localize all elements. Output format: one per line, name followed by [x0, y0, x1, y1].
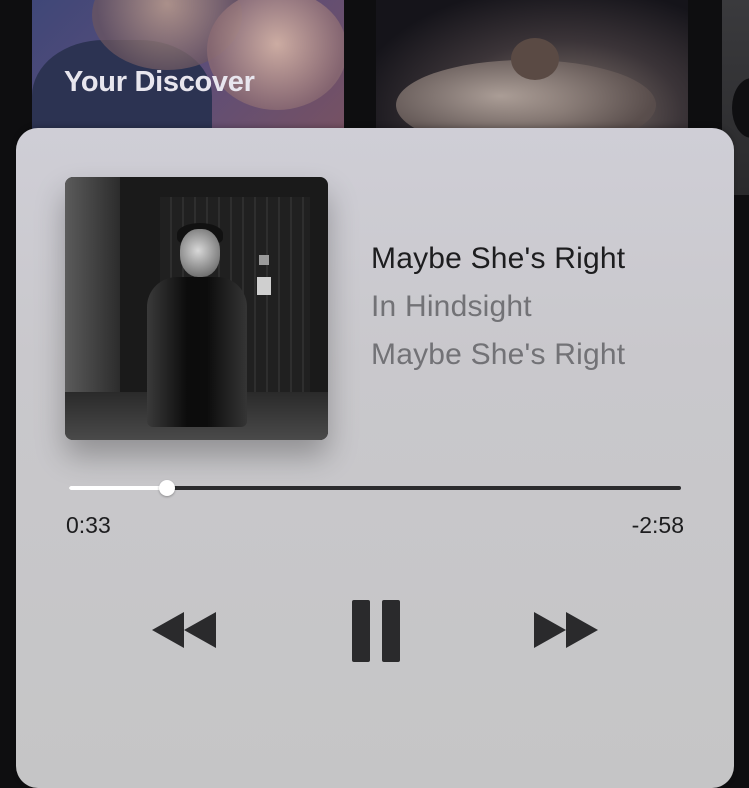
fast-forward-button[interactable] [532, 608, 600, 652]
tile-photo-shape [732, 78, 749, 138]
track-album: In Hindsight [371, 290, 532, 323]
discover-tile-label: Your Discover [64, 66, 255, 98]
remaining-time: -2:58 [631, 512, 684, 538]
tile-photo-person [511, 38, 559, 80]
playback-scrubber[interactable] [69, 474, 681, 502]
scrubber-progress [69, 486, 167, 490]
pause-button[interactable] [350, 598, 402, 664]
rewind-button[interactable] [150, 608, 218, 652]
track-title: Maybe She's Right [371, 242, 626, 275]
pause-icon [352, 600, 400, 662]
album-artwork [65, 177, 328, 440]
track-artist: Maybe She's Right [371, 338, 626, 371]
elapsed-time: 0:33 [66, 512, 111, 538]
rewind-icon [152, 612, 216, 648]
scrubber-knob[interactable] [159, 480, 175, 496]
fast-forward-icon [534, 612, 598, 648]
